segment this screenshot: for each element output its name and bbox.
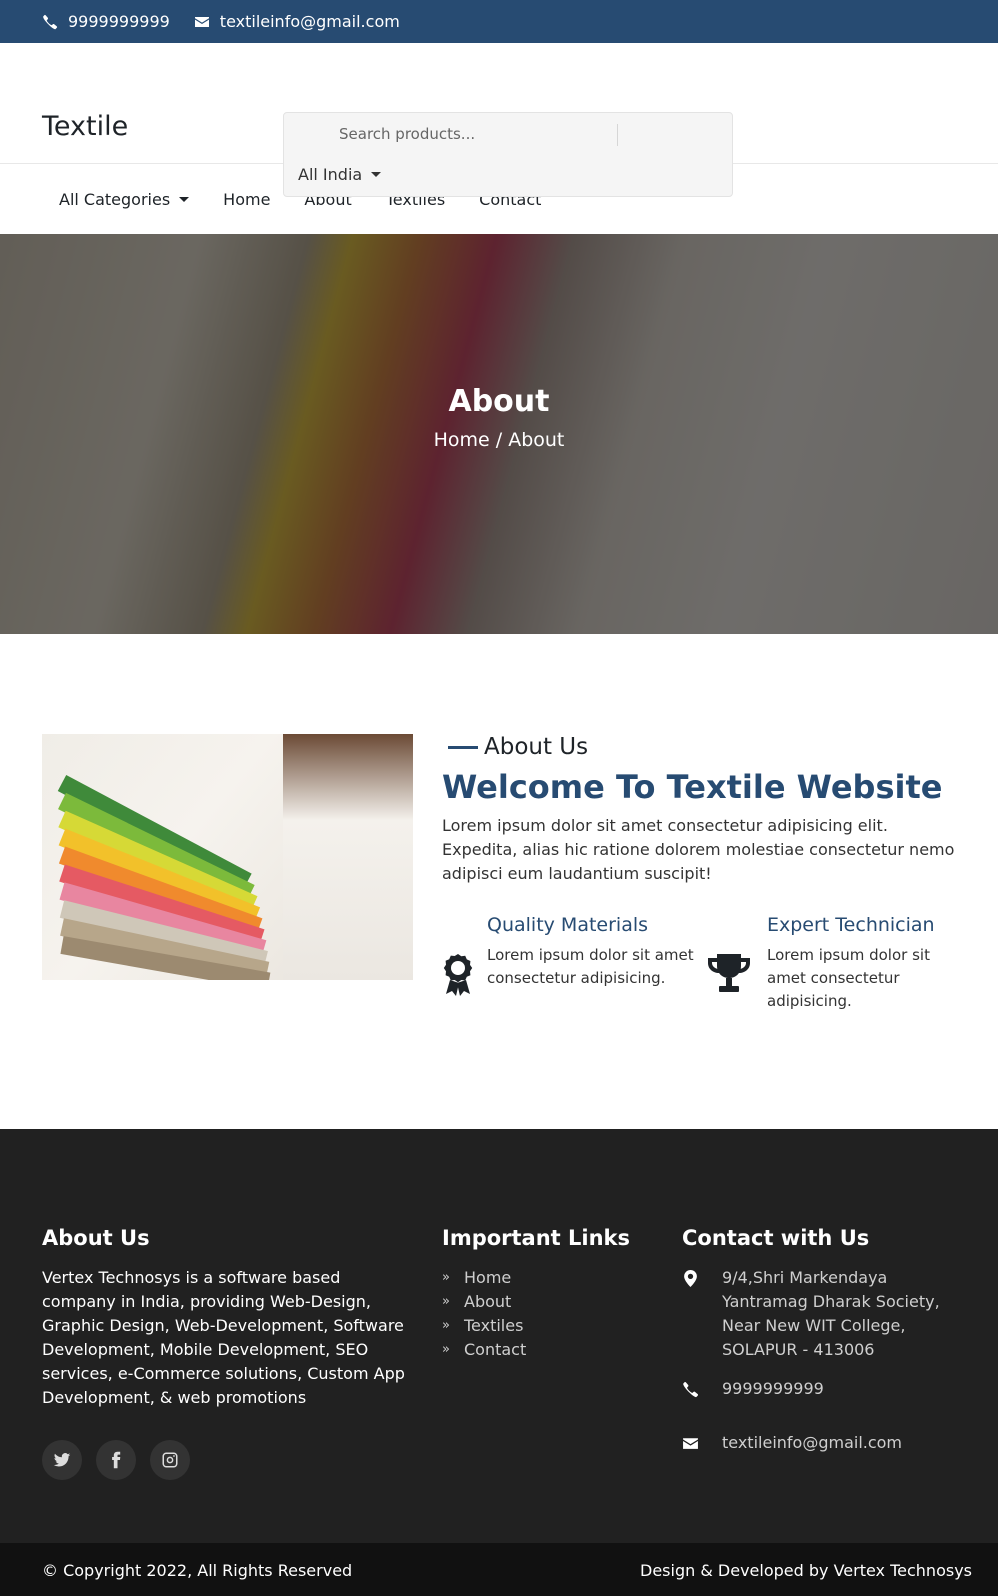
envelope-icon (683, 1438, 698, 1449)
about-section: About Us Welcome To Textile Website Lore… (0, 634, 998, 1129)
footer-about: About Us Vertex Technosys is a software … (42, 1226, 412, 1480)
footer-link-label: Textiles (464, 1316, 524, 1335)
section-eyebrow: About Us (448, 734, 962, 760)
double-chevron-icon: » (442, 1318, 450, 1333)
site-header: Textile All India (0, 43, 998, 197)
footer-link-label: Contact (464, 1340, 527, 1359)
eyebrow-bar (448, 745, 478, 749)
search-divider (617, 124, 618, 146)
brand-logo[interactable]: Textile (42, 111, 128, 142)
feature-quality-materials: Quality Materials Lorem ipsum dolor sit … (442, 914, 722, 1013)
twitter-icon (53, 1453, 71, 1467)
topbar-email[interactable]: textileinfo@gmail.com (194, 12, 400, 31)
feature-desc: Lorem ipsum dolor sit amet consectetur a… (487, 946, 694, 987)
section-title: Welcome To Textile Website (442, 768, 943, 806)
breadcrumb[interactable]: Home / About (0, 429, 998, 451)
footer-links: Important Links » Home » About » Textiles »… (442, 1226, 630, 1362)
feature-list: Quality Materials Lorem ipsum dolor sit … (442, 914, 962, 1013)
copyright-text: © Copyright 2022, All Rights Reserved (42, 1560, 353, 1580)
nav-all-categories[interactable]: All Categories (59, 189, 190, 209)
search-input[interactable] (339, 123, 599, 145)
footer-link-contact[interactable]: » Contact (442, 1338, 630, 1362)
footer-link-label: Home (464, 1268, 512, 1287)
footer-address: 9/4,Shri Markendaya Yantramag Dharak Soc… (682, 1266, 972, 1362)
footer-link-about[interactable]: » About (442, 1290, 630, 1314)
region-dropdown[interactable]: All India (298, 165, 382, 184)
footer-contact-heading: Contact with Us (682, 1226, 870, 1250)
footer-email-text: textileinfo@gmail.com (722, 1433, 903, 1452)
footer-link-label: About (464, 1292, 512, 1311)
instagram-link[interactable] (150, 1440, 190, 1480)
caret-down-icon (179, 196, 190, 202)
footer-about-text: Vertex Technosys is a software based com… (42, 1268, 405, 1407)
double-chevron-icon: » (442, 1270, 450, 1285)
footer-contact: Contact with Us 9/4,Shri Markendaya Yant… (682, 1226, 972, 1455)
feature-title: Quality Materials (487, 914, 649, 936)
page-title: About (448, 384, 550, 419)
nav-home[interactable]: Home (223, 190, 270, 209)
footer-address-text: 9/4,Shri Markendaya Yantramag Dharak Soc… (722, 1268, 940, 1359)
credit-text[interactable]: Design & Developed by Vertex Technosys (640, 1561, 972, 1580)
eyebrow-text: About Us (484, 734, 589, 760)
double-chevron-icon: » (442, 1294, 450, 1309)
facebook-link[interactable] (96, 1440, 136, 1480)
envelope-icon (194, 16, 209, 27)
map-marker-icon (684, 1270, 697, 1287)
facebook-icon (112, 1451, 121, 1469)
feature-title: Expert Technician (767, 914, 935, 936)
phone-icon (43, 14, 58, 29)
feature-desc: Lorem ipsum dolor sit amet consectetur a… (767, 946, 930, 1010)
section-lead: Lorem ipsum dolor sit amet consectetur a… (442, 816, 955, 883)
footer-link-textiles[interactable]: » Textiles (442, 1314, 630, 1338)
caret-down-icon (371, 172, 382, 177)
region-label: All India (298, 165, 363, 184)
footer-bottom-bar: © Copyright 2022, All Rights Reserved De… (0, 1543, 998, 1596)
top-contact-bar: 9999999999 textileinfo@gmail.com (0, 0, 998, 43)
twitter-link[interactable] (42, 1440, 82, 1480)
social-links (42, 1440, 412, 1480)
topbar-phone[interactable]: 9999999999 (42, 12, 170, 31)
footer-links-heading: Important Links (442, 1226, 631, 1250)
banner-content: About Home / About (0, 384, 998, 451)
double-chevron-icon: » (442, 1342, 450, 1357)
search-box: All India (283, 112, 733, 197)
footer-email[interactable]: textileinfo@gmail.com (682, 1431, 972, 1455)
footer-phone-text: 9999999999 (722, 1379, 824, 1398)
feature-expert-technician: Expert Technician Lorem ipsum dolor sit … (708, 914, 962, 1013)
page-banner: About Home / About (0, 234, 998, 634)
phone-icon (683, 1381, 699, 1398)
footer-link-home[interactable]: » Home (442, 1266, 630, 1290)
topbar-email-text: textileinfo@gmail.com (219, 12, 400, 31)
nav-all-categories-label: All Categories (59, 189, 171, 209)
award-icon (443, 954, 473, 996)
fabric-swatches-image (42, 734, 413, 980)
footer-phone[interactable]: 9999999999 (682, 1377, 972, 1401)
footer-about-heading: About Us (42, 1226, 150, 1250)
site-footer: About Us Vertex Technosys is a software … (0, 1129, 998, 1543)
topbar-phone-text: 9999999999 (68, 12, 170, 31)
instagram-icon (162, 1452, 178, 1468)
trophy-icon (708, 954, 750, 992)
about-content: About Us Welcome To Textile Website Lore… (442, 734, 962, 1013)
